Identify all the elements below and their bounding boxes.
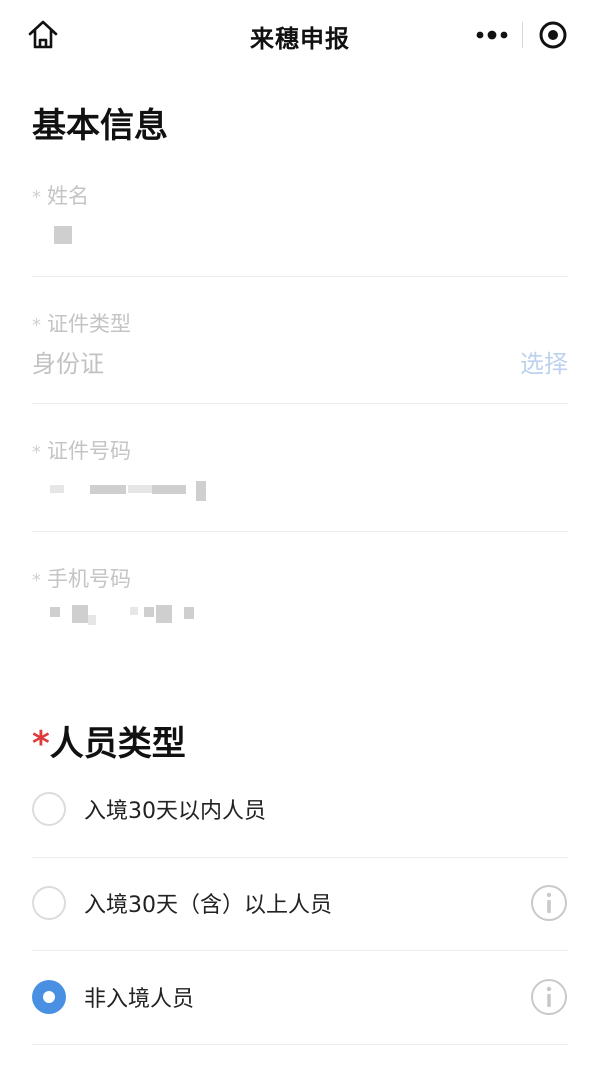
required-star: *: [32, 570, 41, 591]
info-icon[interactable]: [530, 978, 568, 1016]
id-number-field[interactable]: * 证件号码: [32, 435, 568, 505]
option-label: 非入境人员: [84, 987, 195, 1012]
phone-label: 手机号码: [47, 567, 131, 591]
redacted-name: [54, 226, 72, 244]
person-type-title: *人员类型: [32, 724, 186, 764]
divider: [32, 531, 568, 532]
divider: [32, 403, 568, 404]
required-star: *: [32, 315, 41, 336]
divider: [32, 950, 568, 951]
close-button[interactable]: [523, 14, 583, 56]
nav-bar: 来穗申报: [0, 0, 600, 70]
required-star: *: [32, 442, 41, 463]
divider: [32, 276, 568, 277]
target-close-icon: [539, 21, 567, 49]
name-label: 姓名: [47, 184, 89, 208]
required-star: *: [32, 187, 41, 208]
person-type-option-3[interactable]: 非入境人员: [32, 968, 568, 1028]
option-label: 入境30天以内人员: [84, 799, 266, 824]
basic-info-title: 基本信息: [32, 106, 168, 146]
id-type-field[interactable]: * 证件类型 身份证 选择: [32, 308, 568, 378]
id-type-value: 身份证: [32, 350, 104, 378]
info-icon[interactable]: [530, 884, 568, 922]
divider: [32, 1044, 568, 1045]
name-field[interactable]: * 姓名: [32, 180, 568, 244]
person-type-option-1[interactable]: 入境30天以内人员: [32, 780, 568, 840]
option-label: 入境30天（含）以上人员: [84, 893, 332, 918]
more-dots-icon: [476, 30, 508, 40]
required-star: *: [32, 724, 50, 764]
id-type-label: 证件类型: [47, 312, 131, 336]
radio-button[interactable]: [32, 886, 66, 920]
id-number-label: 证件号码: [47, 439, 131, 463]
radio-button-checked[interactable]: [32, 980, 66, 1014]
more-button[interactable]: [462, 14, 522, 56]
radio-button[interactable]: [32, 792, 66, 826]
id-type-select-button[interactable]: 选择: [520, 344, 568, 379]
mini-program-capsule: [462, 14, 584, 56]
person-type-option-2[interactable]: 入境30天（含）以上人员: [32, 874, 568, 934]
phone-field[interactable]: * 手机号码: [32, 563, 568, 633]
divider: [32, 857, 568, 858]
